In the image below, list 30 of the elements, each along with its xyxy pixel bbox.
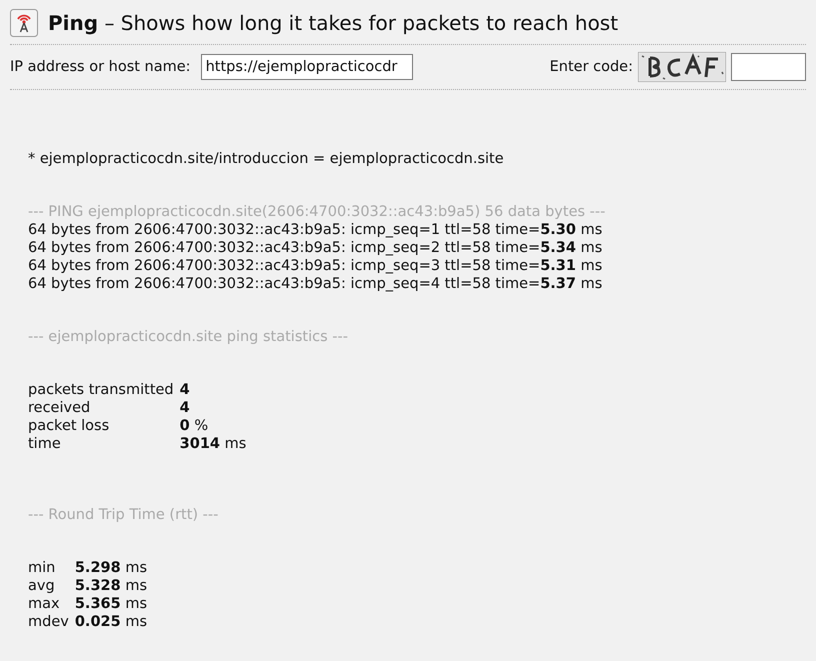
ping-reply: 64 bytes from 2606:4700:3032::ac43:b9a5: icmp_seq=4 ttl=58 time=5.37 ms [28,275,604,293]
signal-tower-icon [10,9,38,37]
stat-value: 5.328 ms [74,577,148,595]
stat-label: packet loss [28,417,110,435]
stat-value: 3014 ms [180,435,246,453]
stat-label: max [28,595,61,613]
ping-reply: 64 bytes from 2606:4700:3032::ac43:b9a5: icmp_seq=1 ttl=58 time=5.30 ms [28,221,604,239]
stat-value: 5.298 ms [74,559,148,577]
ping-reply: 64 bytes from 2606:4700:3032::ac43:b9a5: icmp_seq=3 ttl=58 time=5.31 ms [28,257,604,275]
ping-header: --- PING ejemplopracticocdn.site(2606:4700:3032::ac43:b9a5) 56 data bytes --- [28,203,606,221]
stat-value: 4 [180,381,191,399]
rtt-header: --- Round Trip Time (rtt) --- [28,506,220,524]
stat-value: 4 [180,399,191,417]
stat-value: 0.025 ms [74,613,148,631]
stat-label: mdev [28,613,69,631]
stat-value: 0 % [180,417,210,435]
stat-label: avg [28,577,56,595]
host-label: IP address or host name: [10,58,191,76]
stat-label: packets transmitted [28,381,174,399]
code-input-field[interactable] [731,53,806,81]
stat-label: min [28,559,56,577]
ping-reply: 64 bytes from 2606:4700:3032::ac43:b9a5: icmp_seq=2 ttl=58 time=5.34 ms [28,239,604,257]
resolved-host: * ejemplopracticocdn.site/introduccion = ejemplopracticocdn.site [28,150,505,168]
stats-header: --- ejemplopracticocdn.site ping statistics --- [28,328,349,346]
page-title: Ping – Shows how long it takes for packets to reach host [48,14,618,32]
stat-label: received [28,399,92,417]
stat-value: 5.365 ms [74,595,148,613]
stat-label: time [28,435,62,453]
code-label: Enter code: [550,58,633,76]
host-input-field[interactable]: https://ejemplopracticocdr [200,54,413,80]
